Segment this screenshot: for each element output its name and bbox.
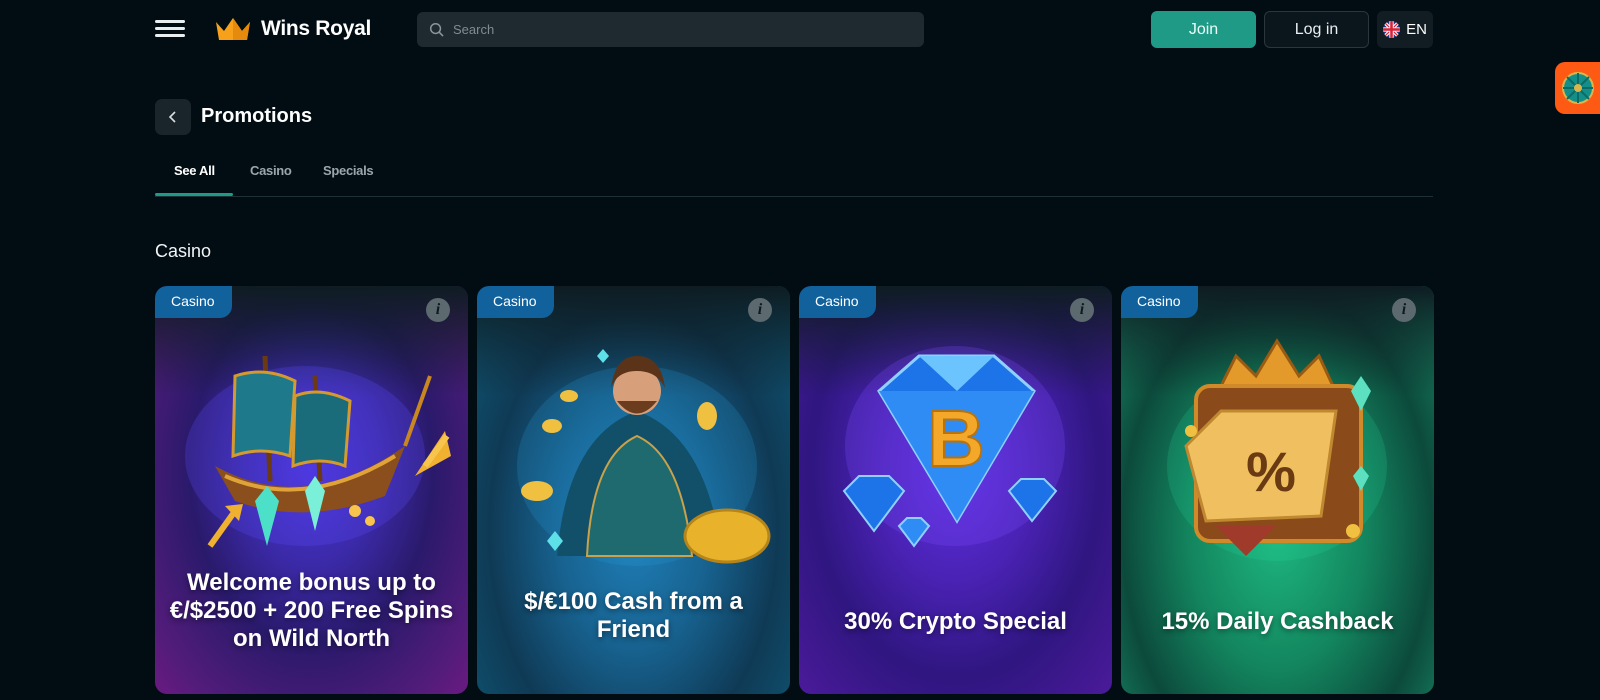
tab-see-all[interactable]: See All	[174, 163, 215, 178]
section-title: Casino	[155, 241, 212, 261]
promotion-tabs: See All Casino Specials	[155, 155, 1433, 197]
promo-card-welcome-bonus[interactable]: Casino i Welcome bonus up to €/$2500 + 2…	[155, 286, 468, 694]
category-badge: Casino	[477, 286, 554, 318]
search-bar[interactable]	[417, 12, 924, 47]
svg-text:%: %	[1246, 440, 1296, 503]
back-button[interactable]	[155, 99, 191, 135]
uk-flag-icon	[1383, 21, 1401, 38]
page-title: Promotions	[201, 105, 313, 127]
card-title: Welcome bonus up to €/$2500 + 200 Free S…	[169, 569, 454, 652]
language-label: EN	[1406, 21, 1427, 38]
promo-card-cashback[interactable]: % Casino i 15% Daily Cashback	[1121, 286, 1434, 694]
pirate-ship-illustration	[185, 355, 451, 548]
tab-specials[interactable]: Specials	[323, 163, 374, 178]
info-icon[interactable]: i	[1070, 298, 1094, 322]
search-input[interactable]	[453, 22, 913, 37]
promo-card-crypto[interactable]: B Casino i 30% Crypto Special	[799, 286, 1112, 694]
search-icon	[429, 22, 444, 37]
tab-casino[interactable]: Casino	[250, 163, 292, 178]
card-title: 15% Daily Cashback	[1161, 608, 1394, 635]
chevron-left-icon	[168, 111, 176, 123]
category-badge: Casino	[799, 286, 876, 318]
top-header: Wins Royal Join Log in EN	[0, 0, 1600, 56]
svg-text:B: B	[927, 394, 985, 483]
info-icon[interactable]: i	[748, 298, 772, 322]
card-title: $/€100 Cash from a Friend	[524, 588, 743, 643]
info-icon[interactable]: i	[426, 298, 450, 322]
side-promo-widget[interactable]	[1555, 62, 1600, 114]
language-selector[interactable]: EN	[1377, 11, 1433, 48]
card-title: 30% Crypto Special	[844, 608, 1067, 635]
mage-with-coins-illustration	[517, 349, 771, 566]
logo-text: Wins Royal	[261, 17, 371, 40]
join-button[interactable]: Join	[1151, 11, 1256, 48]
info-icon[interactable]: i	[1392, 298, 1416, 322]
menu-icon[interactable]	[155, 20, 185, 38]
category-badge: Casino	[155, 286, 232, 318]
bitcoin-diamond-illustration: B	[842, 346, 1065, 548]
promo-card-refer-friend[interactable]: Casino i $/€100 Cash from a Friend	[477, 286, 790, 694]
wheel-icon	[1561, 72, 1594, 104]
category-badge: Casino	[1121, 286, 1198, 318]
logo[interactable]: Wins Royal	[214, 14, 371, 44]
login-button[interactable]: Log in	[1264, 11, 1369, 48]
treasure-percent-illustration: %	[1167, 338, 1387, 561]
active-tab-indicator	[155, 193, 233, 196]
crown-icon	[216, 18, 250, 40]
